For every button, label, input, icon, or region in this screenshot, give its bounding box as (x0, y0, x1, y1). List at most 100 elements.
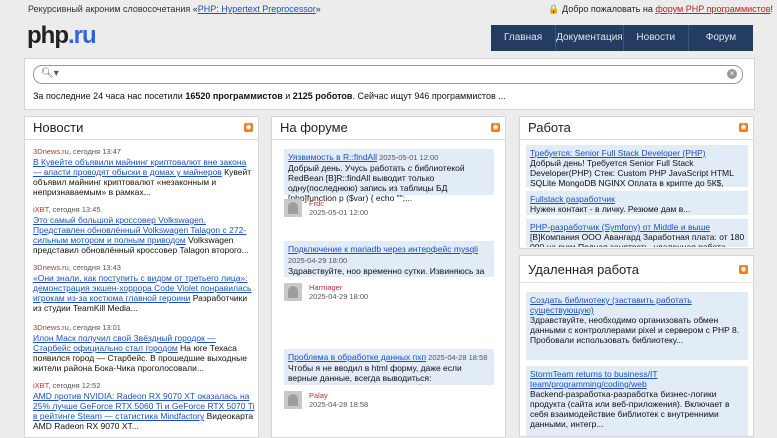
avatar (284, 391, 302, 409)
welcome-prefix: Добро пожаловать на (562, 4, 656, 14)
stats-text: . Сейчас ищут 946 программистов ... (352, 91, 506, 101)
top-bar: Рекурсивный акроним словосочетания «PHP:… (0, 0, 777, 20)
forum-user-time: 2025-04-28 18:58 (309, 400, 369, 409)
user-icon (288, 394, 298, 406)
nav-news[interactable]: Новости (622, 25, 688, 51)
jobs-title: Работа (528, 120, 571, 135)
user-icon (288, 286, 298, 298)
job-link[interactable]: Fullstack разработчик (530, 194, 615, 204)
job-link[interactable]: PHP-разработчик (Symfony) от Middle и вы… (530, 222, 710, 232)
forum-user-time: 2025-04-29 18:00 (309, 292, 369, 301)
nav-docs[interactable]: Документация (555, 25, 623, 51)
job-item: Fullstack разработчик Нужен контакт - в … (526, 191, 748, 215)
nav-forum[interactable]: Форум (687, 25, 753, 51)
forum-user[interactable]: Harmager (309, 283, 368, 292)
tagline-suffix: » (315, 4, 321, 14)
lock-icon: 🔒 (548, 4, 560, 14)
forum-post-text: Здравствуйте, ноо временно сутки. Извиня… (288, 266, 485, 277)
remote-job-item: Создать библиотеку (заставить работать с… (526, 292, 748, 360)
news-source[interactable]: 3Dnews.ru (33, 263, 69, 272)
remote-jobs-title: Удаленная работа (528, 262, 640, 277)
forum-user[interactable]: Palay (309, 391, 368, 400)
job-text: [B]Компания ООО Авангард Заработная плат… (530, 232, 745, 247)
stats-text: За последние 24 часа нас посетили (33, 91, 186, 101)
job-link[interactable]: Требуется: Senior Full Stack Developer (… (530, 148, 706, 158)
remote-job-text: Backend-разработка-разработка бизнес-лог… (530, 389, 730, 429)
forum-panel: На форуме ◉ Уязвимость в R::findAll 2025… (271, 116, 506, 438)
news-source[interactable]: 3Dnews.ru (33, 147, 69, 156)
main-nav: Главная Документация Новости Форум (491, 25, 753, 51)
forum-post-text: Добрый день. Учусь работать с библиотеко… (288, 163, 465, 203)
job-item: Требуется: Senior Full Stack Developer (… (526, 145, 748, 198)
news-item: iXBT, сегодня 12:52 AMD против NVIDIA: R… (33, 381, 255, 431)
logo-dot: .ru (67, 22, 97, 49)
forum-link[interactable]: форум PHP программистов (655, 4, 770, 14)
news-item: 3Dnews.ru, сегодня 13:01 Илон Маск получ… (33, 323, 255, 373)
news-source[interactable]: iXBT (33, 205, 48, 214)
forum-post-link[interactable]: Подключение к mariadb через интерфейс my… (288, 244, 478, 254)
avatar (284, 199, 302, 217)
news-source[interactable]: 3Dnews.ru (33, 323, 69, 332)
welcome-text: 🔒 Добро пожаловать на форум PHP программ… (548, 4, 773, 15)
clear-icon[interactable]: × (727, 69, 737, 79)
nav-home[interactable]: Главная (491, 25, 555, 51)
remote-jobs-panel: Удаленная работа ◉ Создать библиотеку (з… (519, 255, 754, 437)
forum-post-link[interactable]: Проблема в обработке данных пхп (288, 352, 426, 362)
news-time: , сегодня 13:45 (48, 205, 101, 214)
news-item: 3Dnews.ru, сегодня 13:47 В Кувейте объяв… (33, 147, 255, 197)
news-title: Новости (33, 120, 84, 135)
job-item: PHP-разработчик (Symfony) от Middle и вы… (526, 219, 748, 247)
news-header: Новости ◉ (25, 117, 258, 140)
forum-post-meta: Harmager 2025-04-29 18:00 (309, 283, 368, 301)
avatar (284, 283, 302, 301)
forum-user-time: 2025-05-01 12:00 (309, 208, 369, 217)
forum-title: На форуме (280, 120, 348, 135)
rss-icon[interactable]: ◉ (244, 123, 253, 132)
forum-post-time: 2025-04-28 18:58 (426, 353, 488, 362)
news-panel: Новости ◉ 3Dnews.ru, сегодня 13:47 В Кув… (24, 116, 259, 438)
job-text: Нужен контакт - в личку. Резюме дам в... (530, 204, 691, 214)
news-time: , сегодня 13:47 (68, 147, 121, 156)
news-time: , сегодня 13:43 (68, 263, 121, 272)
rss-icon[interactable]: ◉ (491, 123, 500, 132)
forum-post-meta: Palay 2025-04-28 18:58 (309, 391, 368, 409)
news-item: 3Dnews.ru, сегодня 13:43 «Они знали, как… (33, 263, 255, 313)
news-item: iXBT, сегодня 13:45 Это самый большой кр… (33, 205, 255, 255)
news-time: , сегодня 12:52 (48, 381, 101, 390)
news-link[interactable]: В Кувейте объявили майнинг криптовалют в… (33, 157, 246, 177)
stats-programmers: 16520 программистов (185, 91, 283, 101)
forum-post-body: Проблема в обработке данных пхп 2025-04-… (284, 349, 494, 385)
logo-main: php (27, 22, 69, 49)
news-time: , сегодня 13:01 (68, 323, 121, 332)
forum-header: На форуме ◉ (272, 117, 505, 140)
stats-robots: 2125 роботов (292, 91, 353, 101)
remote-job-link[interactable]: Создать библиотеку (заставить работать с… (530, 295, 692, 315)
jobs-panel: Работа ◉ Требуется: Senior Full Stack De… (519, 116, 754, 249)
user-icon (288, 202, 298, 214)
forum-post-link[interactable]: Уязвимость в R::findAll (288, 152, 377, 162)
remote-job-text: Здравствуйте, необходимо организовать об… (530, 315, 740, 345)
welcome-suffix: ! (770, 4, 773, 14)
remote-job-item: StormTeam returns to business/IT team/pr… (526, 366, 748, 436)
search-icon: 🔍︎▾ (41, 68, 59, 79)
forum-post-time: 2025-04-29 18:00 (288, 256, 348, 265)
forum-user[interactable]: Frdc (309, 199, 368, 208)
search-panel: 🔍︎▾ × За последние 24 часа нас посетили … (24, 58, 755, 110)
tagline: Рекурсивный акроним словосочетания «PHP:… (28, 4, 321, 14)
forum-post-body: Уязвимость в R::findAll 2025-05-01 12:00… (284, 149, 494, 203)
remote-job-link[interactable]: StormTeam returns to business/IT team/pr… (530, 369, 658, 389)
forum-post-time: 2025-05-01 12:00 (377, 153, 439, 162)
stats-text: и (282, 91, 293, 101)
site-logo[interactable]: php.ru (27, 22, 97, 50)
forum-post-meta: Frdc 2025-05-01 12:00 (309, 199, 368, 217)
forum-post-body: Подключение к mariadb через интерфейс my… (284, 241, 494, 277)
forum-post-text: Чтобы я не вводил в html форму, даже есл… (288, 363, 462, 385)
jobs-header: Работа ◉ (520, 117, 753, 140)
tagline-link[interactable]: PHP: Hypertext Preprocessor (198, 4, 316, 14)
rss-icon[interactable]: ◉ (739, 265, 748, 274)
visitor-stats: За последние 24 часа нас посетили 16520 … (33, 91, 506, 101)
remote-jobs-header: Удаленная работа ◉ (520, 256, 753, 283)
news-source[interactable]: iXBT (33, 381, 48, 390)
search-input[interactable]: 🔍︎▾ × (33, 65, 743, 84)
rss-icon[interactable]: ◉ (739, 123, 748, 132)
